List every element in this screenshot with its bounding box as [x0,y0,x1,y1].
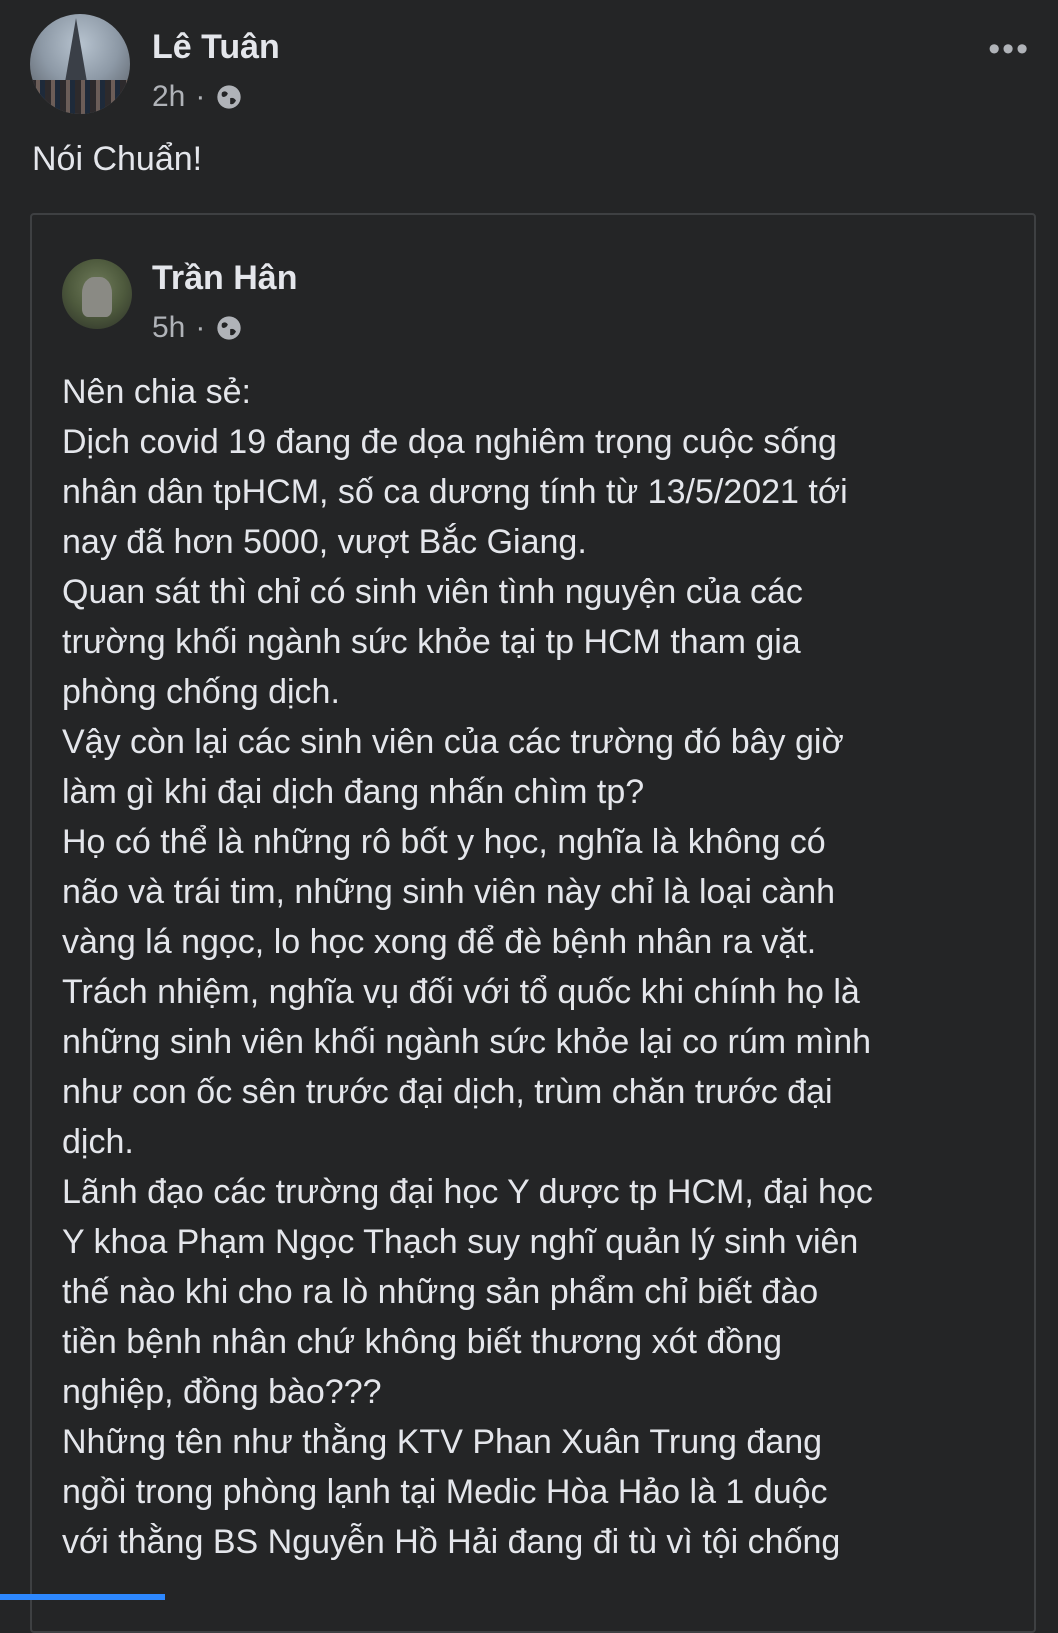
shared-post-line: nhân dân tpHCM, số ca dương tính từ 13/5… [62,473,848,511]
meta-separator: · [195,311,206,344]
shared-author-avatar[interactable] [62,259,132,329]
shared-post-line: như con ốc sên trước đại dịch, trùm chăn… [62,1073,833,1111]
shared-post-line: Nên chia sẻ: [62,373,251,411]
avatar-photo-figure [82,277,112,317]
post-timestamp[interactable]: 2h [152,80,185,114]
shared-post-line: Họ có thể là những rô bốt y học, nghĩa l… [62,823,826,861]
shared-post-line: Trách nhiệm, nghĩa vụ đối với tổ quốc kh… [62,973,860,1011]
author-avatar[interactable] [30,14,130,114]
more-options-icon[interactable]: ••• [988,30,1030,69]
shared-post-line: làm gì khi đại dịch đang nhấn chìm tp? [62,773,645,811]
shared-post-line: trường khối ngành sức khỏe tại tp HCM th… [62,623,801,661]
shared-post-line: tiền bệnh nhân chứ không biết thương xót… [62,1323,783,1361]
shared-post-line: thế nào khi cho ra lò những sản phẩm chỉ… [62,1273,819,1311]
shared-post-header: Trần Hân 5h · [62,259,962,344]
shared-post-card[interactable]: Trần Hân 5h · Nên chia sẻ: Dịch covid 19 … [30,213,1036,1633]
shared-post-body: Nên chia sẻ: Dịch covid 19 đang đe dọa ng… [62,367,1022,1567]
scroll-indicator [0,1594,165,1600]
shared-post-line: phòng chống dịch. [62,673,340,711]
shared-post-line: Y khoa Phạm Ngọc Thạch suy nghĩ quản lý … [62,1223,859,1261]
shared-post-line: Quan sát thì chỉ có sinh viên tình nguyệ… [62,573,803,611]
post-meta: 2h · [152,80,243,114]
shared-post-line: nghiệp, đồng bào??? [62,1373,382,1411]
shared-post-line: não và trái tim, những sinh viên này chỉ… [62,873,836,911]
author-name[interactable]: Lê Tuân [152,28,280,67]
shared-post-timestamp[interactable]: 5h [152,311,185,345]
shared-post-line: dịch. [62,1123,134,1161]
shared-post-line: với thằng BS Nguyễn Hồ Hải đang đi tù vì… [62,1523,841,1561]
globe-icon[interactable] [215,314,243,342]
globe-icon[interactable] [215,83,243,111]
shared-post-line: Lãnh đạo các trường đại học Y dược tp HC… [62,1173,873,1211]
avatar-photo-crowd [30,80,130,114]
shared-post-line: những sinh viên khối ngành sức khỏe lại … [62,1023,872,1061]
shared-post-meta: 5h · [152,311,243,345]
avatar-photo-tower [64,18,88,88]
meta-separator: · [195,80,206,113]
shared-post-line: vàng lá ngọc, lo học xong để đè bệnh nhâ… [62,923,817,961]
shared-post-line: Vậy còn lại các sinh viên của các trường… [62,723,844,761]
shared-post-line: nay đã hơn 5000, vượt Bắc Giang. [62,523,587,561]
post-text: Nói Chuẩn! [32,140,203,178]
shared-author-name[interactable]: Trần Hân [152,259,297,298]
shared-post-line: Dịch covid 19 đang đe dọa nghiêm trọng c… [62,423,837,461]
shared-post-line: ngồi trong phòng lạnh tại Medic Hòa Hảo … [62,1473,828,1511]
shared-post-line: Những tên như thằng KTV Phan Xuân Trung … [62,1423,823,1461]
post-header: Lê Tuân 2h · ••• [30,14,1030,114]
